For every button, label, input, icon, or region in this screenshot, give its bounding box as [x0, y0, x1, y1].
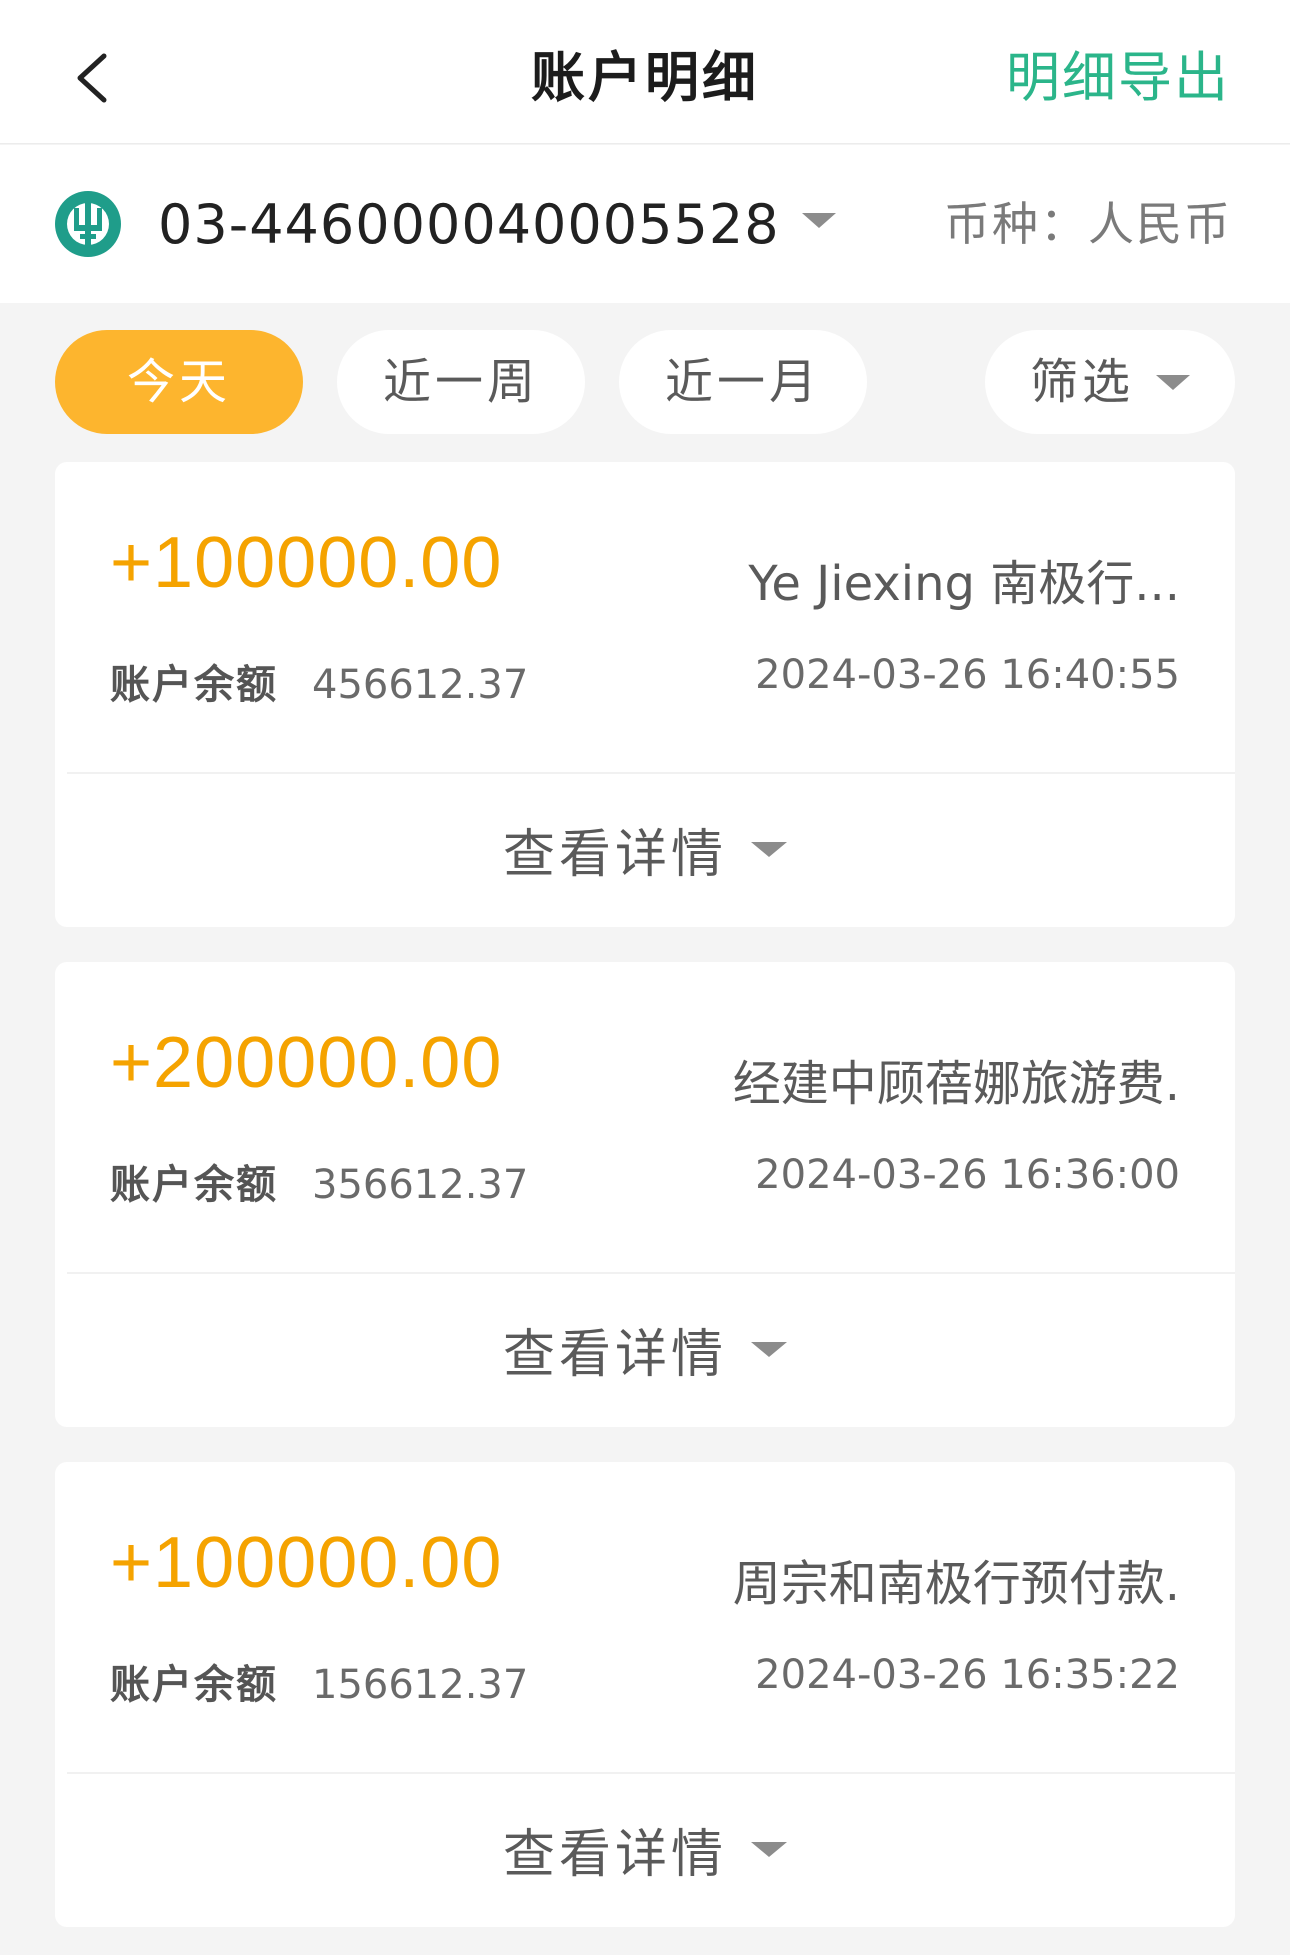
caret-down-icon [751, 1841, 787, 1857]
bank-logo-icon [55, 191, 121, 257]
account-bar: 03-446000040005528 币种：人民币 [0, 145, 1290, 303]
currency-label: 币种：人民币 [944, 197, 1232, 251]
transaction-time: 2024-03-26 16:36:00 [755, 1152, 1180, 1198]
transaction-card: +100000.00 Ye Jiexing 南极行... 账户余额 456612.… [55, 462, 1235, 927]
transaction-amount: +200000.00 [110, 1023, 503, 1103]
balance-value: 456612.37 [312, 662, 529, 708]
balance-label: 账户余额 [110, 1162, 278, 1208]
account-number: 03-446000040005528 [158, 192, 780, 256]
balance-row: 账户余额 156612.37 [110, 1652, 528, 1710]
transaction-amount: +100000.00 [110, 523, 503, 603]
balance-label: 账户余额 [110, 1662, 278, 1708]
balance-row: 账户余额 356612.37 [110, 1152, 528, 1210]
balance-row: 账户余额 456612.37 [110, 652, 528, 710]
date-filter-bar: 今天 近一周 近一月 筛选 [0, 303, 1290, 463]
view-details-label: 查看详情 [502, 1824, 727, 1885]
transaction-description: 周宗和南极行预付款. [732, 1556, 1180, 1612]
top-nav-bar: 账户明细 明细导出 [0, 0, 1290, 144]
view-details-button[interactable]: 查看详情 [55, 774, 1235, 924]
filter-chip-month[interactable]: 近一月 [619, 330, 867, 434]
view-details-button[interactable]: 查看详情 [55, 1774, 1235, 1924]
chevron-left-icon [77, 53, 107, 103]
transaction-description: Ye Jiexing 南极行... [748, 556, 1180, 612]
back-button[interactable] [60, 38, 130, 118]
balance-value: 356612.37 [312, 1162, 529, 1208]
view-details-label: 查看详情 [502, 824, 727, 885]
view-details-button[interactable]: 查看详情 [55, 1274, 1235, 1424]
filter-chip-week[interactable]: 近一周 [337, 330, 585, 434]
filter-label: 筛选 [1029, 354, 1134, 410]
balance-value: 156612.37 [312, 1662, 529, 1708]
caret-down-icon [751, 841, 787, 857]
transaction-time: 2024-03-26 16:35:22 [755, 1652, 1180, 1698]
transaction-amount: +100000.00 [110, 1523, 503, 1603]
balance-label: 账户余额 [110, 662, 278, 708]
export-statement-button[interactable]: 明细导出 [1006, 0, 1230, 156]
filter-chip-today[interactable]: 今天 [55, 330, 303, 434]
caret-down-icon [1156, 374, 1190, 390]
transaction-card: +100000.00 周宗和南极行预付款. 账户余额 156612.37 2024… [55, 1462, 1235, 1927]
view-details-label: 查看详情 [502, 1324, 727, 1385]
caret-down-icon [751, 1341, 787, 1357]
caret-down-icon [801, 212, 836, 228]
account-selector[interactable]: 03-446000040005528 [158, 145, 836, 303]
transaction-time: 2024-03-26 16:40:55 [755, 652, 1180, 698]
transaction-card: +200000.00 经建中顾蓓娜旅游费. 账户余额 356612.37 2024… [55, 962, 1235, 1427]
filter-dropdown-button[interactable]: 筛选 [985, 330, 1235, 434]
transaction-description: 经建中顾蓓娜旅游费. [732, 1056, 1180, 1112]
